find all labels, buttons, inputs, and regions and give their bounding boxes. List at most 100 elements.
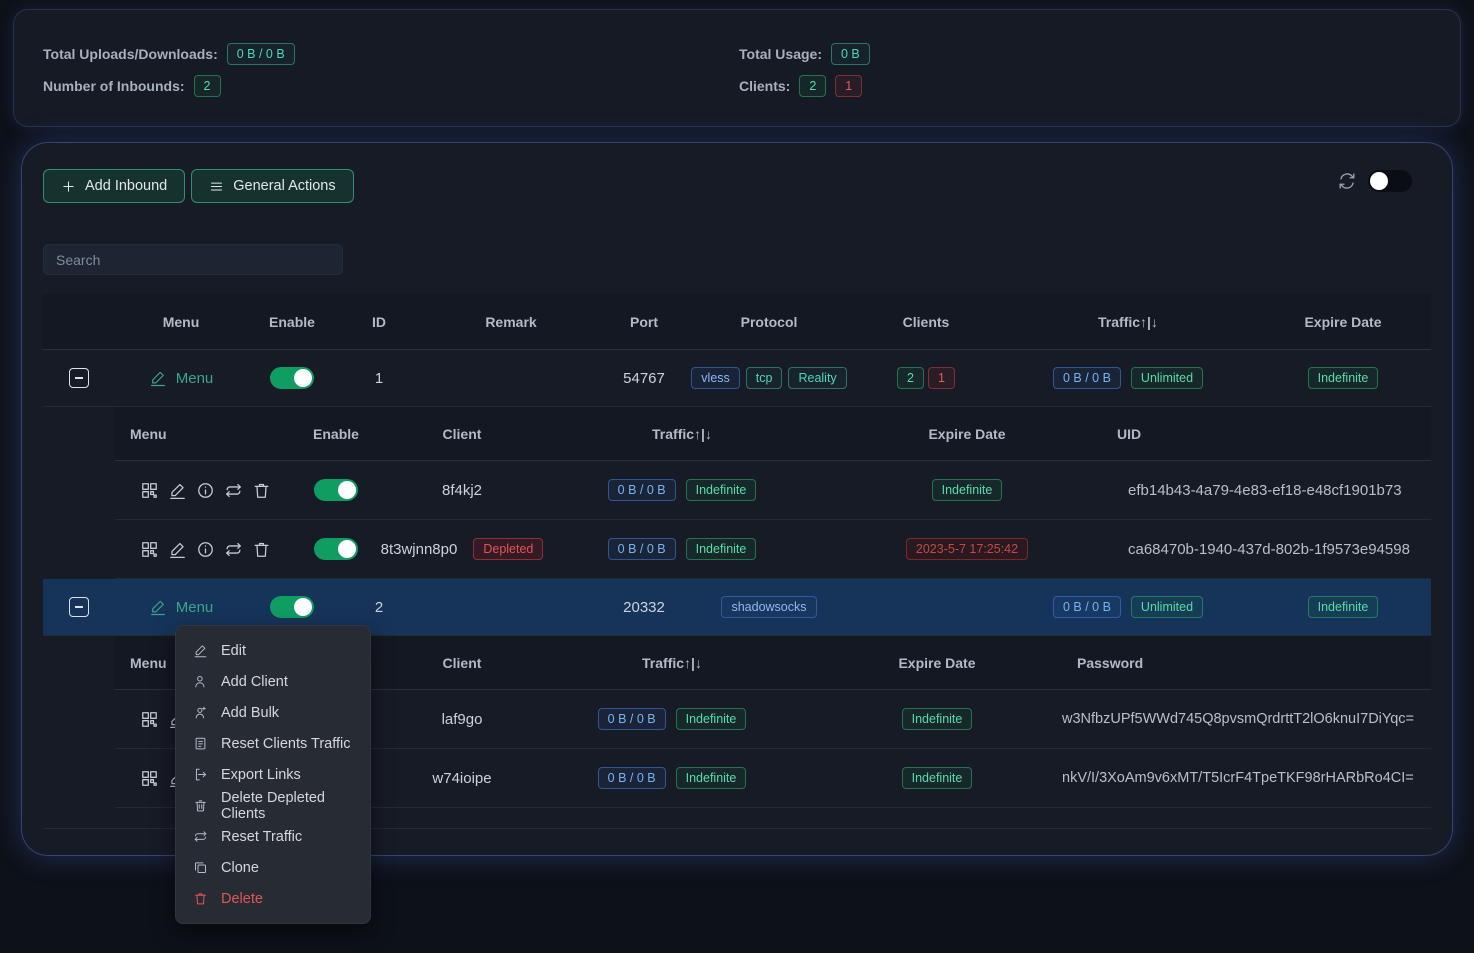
menu-item-label: Edit [221, 643, 246, 659]
toggle-knob [294, 598, 312, 616]
client-traffic-badges: 0 B / 0 B Indefinite [532, 749, 812, 807]
header-port: Port [601, 294, 687, 349]
menu-item-add-client[interactable]: Add Client [176, 666, 370, 697]
menu-item-delete-depleted-clients[interactable]: Delete Depleted Clients [176, 790, 370, 821]
header-client-expire: Expire Date [812, 636, 1062, 689]
add-inbound-button[interactable]: Add Inbound [43, 169, 185, 203]
menu-item-clone[interactable]: Clone [176, 852, 370, 883]
edit-client-icon[interactable] [168, 481, 187, 500]
client-traffic-limit-badge: Indefinite [676, 767, 747, 789]
uploads-downloads-label: Total Uploads/Downloads: [43, 46, 218, 62]
client-uid: ca68470b-1940-437d-802b-1f9573e94598 [1102, 520, 1431, 578]
edit-icon [149, 598, 167, 616]
clients-subtable-1: Menu Enable Client Traffic↑|↓ Expire Dat… [115, 407, 1431, 579]
refresh-icon[interactable] [1337, 171, 1357, 191]
menu-item-edit[interactable]: Edit [176, 635, 370, 666]
inbound-row-1: Menu 1 54767 vless tcp Reality 2 1 0 B /… [43, 350, 1431, 407]
enable-toggle[interactable] [270, 367, 314, 389]
header-client-expire: Expire Date [832, 407, 1102, 460]
toggle-knob [294, 369, 312, 387]
row-menu-button[interactable]: Menu [149, 598, 214, 616]
header-menu: Menu [115, 294, 247, 349]
stats-right-column: Total Usage: 0 B Clients: 2 1 [739, 42, 870, 106]
expire-badge: Indefinite [1308, 367, 1379, 389]
client-enable-toggle[interactable] [314, 479, 358, 501]
client-expire-badge: Indefinite [902, 708, 973, 730]
uploads-downloads-value: 0 B / 0 B [227, 43, 295, 65]
security-tag: Reality [788, 367, 846, 389]
edit-icon [193, 643, 208, 658]
transport-tag: tcp [746, 367, 783, 389]
menu-item-label: Delete [221, 891, 263, 907]
delete-client-icon[interactable] [252, 540, 271, 559]
traffic-limit-badge: Unlimited [1131, 367, 1203, 389]
header-protocol: Protocol [687, 294, 851, 349]
inbound-remark [421, 579, 601, 635]
stats-left-column: Total Uploads/Downloads: 0 B / 0 B Numbe… [43, 42, 295, 106]
qr-code-icon[interactable] [140, 481, 159, 500]
header-client-name: Client [392, 407, 532, 460]
info-icon[interactable] [196, 540, 215, 559]
client-name: w74ioipe [392, 749, 532, 807]
export-icon [193, 767, 208, 782]
client-traffic-badges: 0 B / 0 B Indefinite [532, 461, 832, 519]
minus-icon [75, 606, 83, 608]
menu-item-label: Clone [221, 860, 259, 876]
menu-item-label: Add Bulk [221, 705, 279, 721]
header-client-traffic[interactable]: Traffic↑|↓ [532, 407, 832, 460]
traffic-badges: 0 B / 0 B Unlimited [1001, 579, 1255, 635]
reset-traffic-icon[interactable] [224, 540, 243, 559]
delete-client-icon[interactable] [252, 481, 271, 500]
dark-mode-toggle[interactable] [1368, 170, 1412, 192]
collapse-row-button[interactable] [69, 597, 89, 617]
plus-icon [61, 179, 76, 194]
menu-item-reset-clients-traffic[interactable]: Reset Clients Traffic [176, 728, 370, 759]
search-input[interactable] [43, 244, 343, 275]
total-usage-label: Total Usage: [739, 46, 822, 62]
qr-code-icon[interactable] [140, 769, 159, 788]
menu-item-delete[interactable]: Delete [176, 883, 370, 914]
edit-icon [149, 369, 167, 387]
client-password: w3NfbzUPf5WWd745Q8pvsmQrdrttT2lO6knuI7Di… [1062, 690, 1431, 748]
header-remark: Remark [421, 294, 601, 349]
clients-depleted-count: 1 [835, 75, 862, 97]
row-menu-button[interactable]: Menu [149, 369, 214, 387]
header-id: ID [337, 294, 421, 349]
reset-traffic-icon[interactable] [224, 481, 243, 500]
info-icon[interactable] [196, 481, 215, 500]
menu-item-add-bulk[interactable]: Add Bulk [176, 697, 370, 728]
traffic-value-badge: 0 B / 0 B [1053, 596, 1121, 618]
collapse-row-button[interactable] [69, 368, 89, 388]
protocol-tags: vless tcp Reality [687, 350, 851, 406]
client-name: laf9go [392, 690, 532, 748]
header-traffic[interactable]: Traffic↑|↓ [1001, 294, 1255, 349]
stat-clients: Clients: 2 1 [739, 74, 870, 98]
inbound-port: 20332 [601, 579, 687, 635]
client-traffic-limit-badge: Indefinite [676, 708, 747, 730]
client-name: 8t3wjnn8p0 [381, 541, 458, 558]
general-actions-button[interactable]: General Actions [191, 169, 353, 203]
header-client-uid: UID [1102, 407, 1431, 460]
inbound-port: 54767 [601, 350, 687, 406]
add-inbound-label: Add Inbound [85, 178, 167, 194]
header-clients: Clients [851, 294, 1001, 349]
stat-total-usage: Total Usage: 0 B [739, 42, 870, 66]
menu-lines-icon [209, 179, 224, 194]
client-enable-toggle[interactable] [314, 538, 358, 560]
client-traffic-badge: 0 B / 0 B [598, 767, 666, 789]
toggle-knob [338, 540, 356, 558]
clients-depleted-badge: 1 [928, 367, 955, 389]
menu-item-export-links[interactable]: Export Links [176, 759, 370, 790]
stats-card: Total Uploads/Downloads: 0 B / 0 B Numbe… [14, 10, 1460, 126]
inbounds-count-value: 2 [194, 75, 221, 97]
qr-code-icon[interactable] [140, 710, 159, 729]
row-menu-label: Menu [176, 599, 214, 616]
edit-client-icon[interactable] [168, 540, 187, 559]
repeat-icon [193, 829, 208, 844]
clients-badges [851, 579, 1001, 635]
header-client-traffic[interactable]: Traffic↑|↓ [532, 636, 812, 689]
enable-toggle[interactable] [270, 596, 314, 618]
qr-code-icon[interactable] [140, 540, 159, 559]
menu-item-reset-traffic[interactable]: Reset Traffic [176, 821, 370, 852]
client-row: 8t3wjnn8p0 Depleted 0 B / 0 B Indefinite… [115, 520, 1431, 579]
